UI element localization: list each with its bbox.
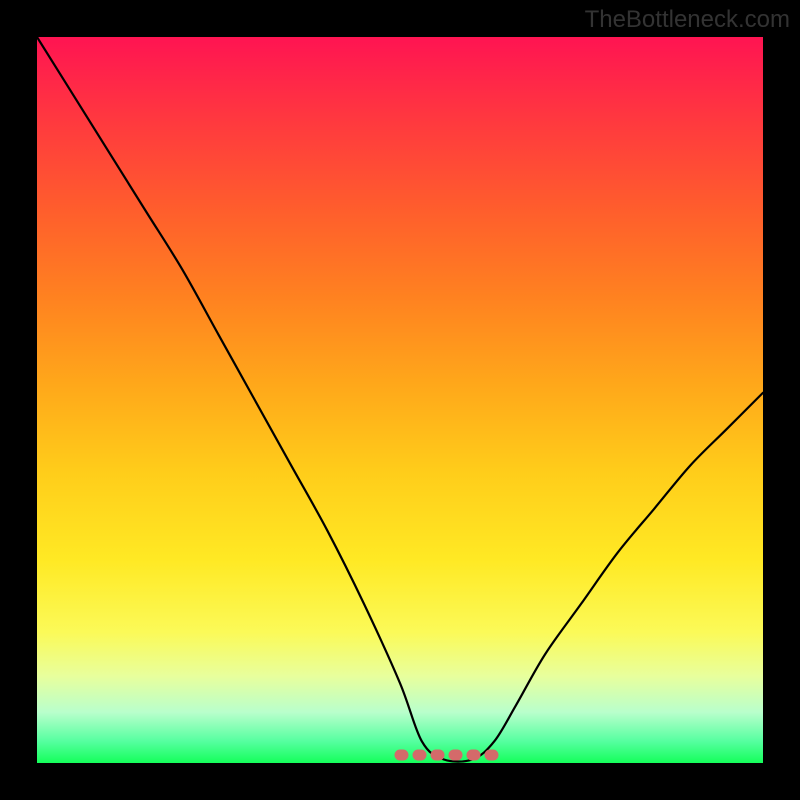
plot-area <box>37 37 763 763</box>
bottleneck-curve-svg <box>37 37 763 763</box>
bottleneck-curve-path <box>37 37 763 762</box>
chart-container: TheBottleneck.com <box>0 0 800 800</box>
watermark-text: TheBottleneck.com <box>585 6 790 34</box>
